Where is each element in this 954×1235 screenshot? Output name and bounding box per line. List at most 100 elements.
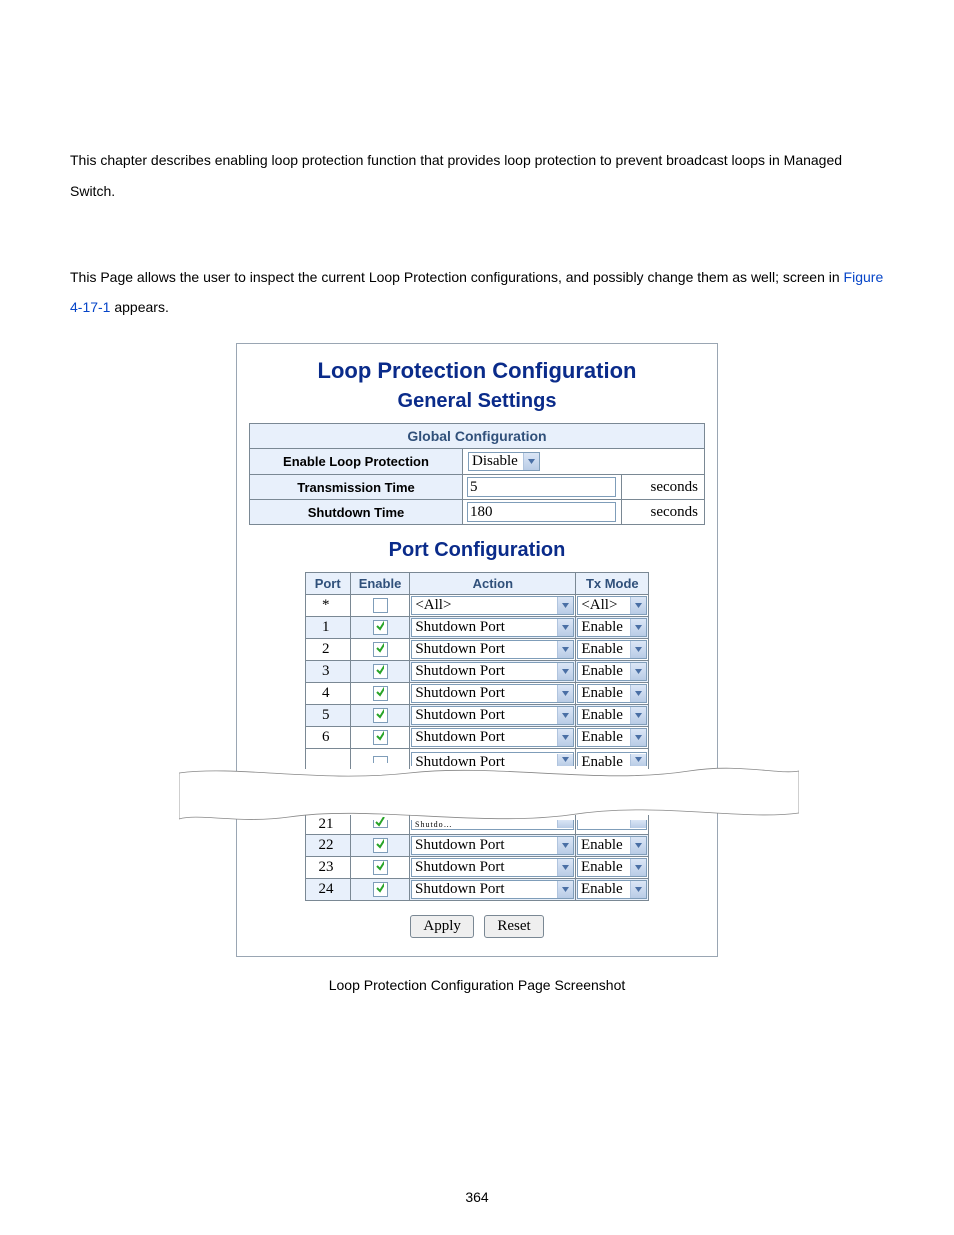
port-number: 1: [305, 617, 350, 639]
enable-checkbox[interactable]: [373, 708, 388, 723]
chevron-down-icon: [557, 837, 573, 854]
table-row: 5 Shutdown Port Enable: [305, 705, 649, 727]
panel-sub-general: General Settings: [249, 390, 705, 413]
enable-checkbox[interactable]: [373, 820, 388, 828]
action-select[interactable]: Shutdown Port: [411, 836, 574, 855]
action-value: Shutdown Port: [415, 663, 505, 680]
chevron-down-icon: [557, 619, 573, 636]
chevron-down-icon: [557, 754, 573, 766]
table-row: *<All><All>: [305, 595, 649, 617]
txmode-select[interactable]: Enable: [577, 640, 647, 659]
enable-checkbox[interactable]: [373, 642, 388, 657]
action-select[interactable]: Shutdown Port: [411, 880, 574, 899]
txmode-value: Enable: [581, 707, 623, 724]
table-row: 22 Shutdown PortEnable: [306, 835, 649, 857]
port-config-table-bottom: 21 Shutdo… 22Shu: [305, 815, 649, 901]
apply-button[interactable]: Apply: [410, 915, 474, 938]
enable-checkbox[interactable]: [373, 664, 388, 679]
table-row: 23Shutdown PortEnable: [306, 857, 649, 879]
chevron-down-icon: [557, 641, 573, 658]
table-row: 1 Shutdown Port Enable: [305, 617, 649, 639]
port-number: 3: [305, 661, 350, 683]
action-select[interactable]: Shutdown Port: [411, 640, 574, 659]
txmode-select[interactable]: Enable: [577, 706, 647, 725]
chevron-down-icon: [557, 597, 573, 614]
reset-button[interactable]: Reset: [484, 915, 543, 938]
port-number: 6: [305, 727, 350, 749]
txmode-select[interactable]: Enable: [577, 728, 647, 747]
table-row: 6 Shutdown Port Enable: [305, 727, 649, 749]
chevron-down-icon: [630, 881, 646, 898]
txmode-select[interactable]: Enable: [577, 880, 647, 899]
action-value: Shutdown Port: [415, 641, 505, 658]
chevron-down-icon: [630, 707, 646, 724]
txmode-value: Enable: [581, 881, 623, 898]
txmode-select[interactable]: Enable: [577, 662, 647, 681]
action-header: Action: [410, 573, 576, 595]
chevron-down-icon: [557, 729, 573, 746]
chevron-down-icon: [557, 859, 573, 876]
enable-checkbox[interactable]: [373, 756, 388, 763]
shutdown-time-unit: seconds: [622, 500, 705, 525]
txmode-value: Enable: [581, 685, 623, 702]
chevron-down-icon: [557, 881, 573, 898]
transmission-time-label: Transmission Time: [250, 475, 463, 500]
enable-checkbox[interactable]: [373, 860, 388, 875]
enable-checkbox[interactable]: [373, 598, 388, 613]
action-value: Shutdown Port: [415, 619, 505, 636]
port-config-table-top: Port Enable Action Tx Mode *<All><All>1S…: [305, 572, 650, 769]
chevron-down-icon: [557, 685, 573, 702]
action-select[interactable]: Shutdown Port: [411, 728, 574, 747]
action-value: Shutdown Port: [415, 729, 505, 746]
chevron-down-icon: [630, 685, 646, 702]
action-select[interactable]: Shutdown Port: [411, 706, 574, 725]
action-select[interactable]: Shutdown Port: [411, 662, 574, 681]
action-select[interactable]: Shutdown Port: [411, 858, 574, 877]
port-number: 22: [306, 835, 351, 857]
enable-loop-protection-select[interactable]: Disable: [468, 452, 540, 471]
enable-checkbox[interactable]: [373, 882, 388, 897]
chevron-down-icon: [523, 453, 539, 470]
enable-checkbox[interactable]: [373, 730, 388, 745]
action-select[interactable]: Shutdown Port: [411, 684, 574, 703]
enable-checkbox[interactable]: [373, 620, 388, 635]
intro-paragraph-2: This Page allows the user to inspect the…: [70, 262, 884, 324]
action-select[interactable]: Shutdown Port: [411, 752, 574, 766]
intro2-suffix: appears.: [110, 299, 168, 315]
enable-loop-protection-label: Enable Loop Protection: [250, 449, 463, 475]
chevron-down-icon: [630, 641, 646, 658]
table-row: 2 Shutdown Port Enable: [305, 639, 649, 661]
txmode-select[interactable]: Enable: [577, 836, 647, 855]
port-number: 24: [306, 879, 351, 901]
txmode-select[interactable]: Enable: [577, 618, 647, 637]
txmode-select[interactable]: Enable: [577, 858, 647, 877]
port-number: 2: [305, 639, 350, 661]
chevron-down-icon: [630, 754, 646, 766]
table-row: 24 Shutdown Port Enable: [306, 879, 649, 901]
transmission-time-input[interactable]: [467, 477, 616, 497]
txmode-select[interactable]: Enable: [577, 752, 647, 766]
action-select[interactable]: <All>: [411, 596, 574, 615]
intro2-prefix: This Page allows the user to inspect the…: [70, 269, 844, 285]
shutdown-time-label: Shutdown Time: [250, 500, 463, 525]
enable-header: Enable: [350, 573, 410, 595]
intro-paragraph-1: This chapter describes enabling loop pro…: [70, 145, 884, 207]
txmode-select[interactable]: <All>: [577, 596, 647, 615]
action-value: Shutdown Port: [415, 859, 505, 876]
txmode-select[interactable]: Enable: [577, 684, 647, 703]
tear-gap: [179, 765, 775, 827]
action-value: Shutdown Port: [415, 707, 505, 724]
chevron-down-icon: [557, 663, 573, 680]
figure-caption: Loop Protection Configuration Page Scree…: [70, 977, 884, 993]
chevron-down-icon: [630, 837, 646, 854]
action-select[interactable]: Shutdown Port: [411, 618, 574, 637]
panel-sub-port: Port Configuration: [249, 539, 705, 562]
enable-checkbox[interactable]: [373, 838, 388, 853]
action-value: <All>: [415, 597, 451, 614]
txmode-value: Enable: [581, 641, 623, 658]
txmode-header: Tx Mode: [576, 573, 649, 595]
enable-checkbox[interactable]: [373, 686, 388, 701]
action-value: Shutdown Port: [415, 881, 505, 898]
shutdown-time-input[interactable]: [467, 502, 616, 522]
port-number: 5: [305, 705, 350, 727]
